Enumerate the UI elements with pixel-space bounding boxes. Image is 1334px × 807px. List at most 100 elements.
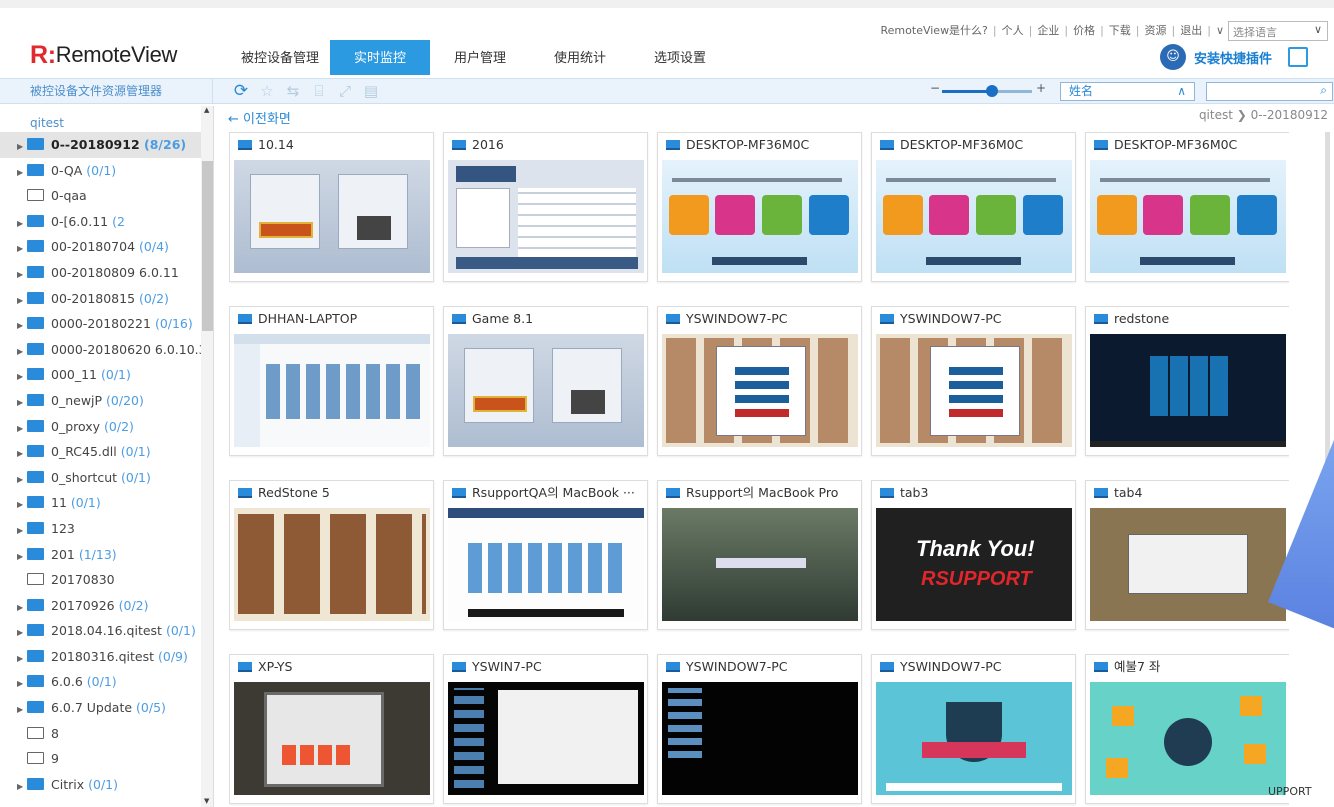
- nav-tab[interactable]: 实时监控: [330, 40, 430, 75]
- nav-tab[interactable]: 使用统计: [530, 40, 630, 75]
- zoom-in-button[interactable]: +: [1036, 81, 1046, 95]
- device-card[interactable]: tab3 Thank You! RSUPPORT: [871, 480, 1076, 630]
- expand-icon[interactable]: ▶: [17, 492, 27, 518]
- device-card[interactable]: RsupportQA의 MacBook ···: [443, 480, 648, 630]
- screen-thumbnail[interactable]: [448, 334, 644, 447]
- screen-thumbnail[interactable]: [1090, 508, 1286, 621]
- top-link[interactable]: 资源: [1145, 24, 1167, 37]
- install-plugin-link[interactable]: ☺ 安装快捷插件: [1160, 44, 1309, 70]
- expand-icon[interactable]: ▶: [17, 390, 27, 416]
- language-select[interactable]: 选择语言 ∨: [1228, 21, 1328, 41]
- star-icon[interactable]: ☆: [254, 79, 280, 103]
- expand-icon[interactable]: ▶: [17, 441, 27, 467]
- screen-thumbnail[interactable]: Thank You! RSUPPORT: [876, 508, 1072, 621]
- device-card[interactable]: YSWINDOW7-PC: [871, 654, 1076, 804]
- expand-icon[interactable]: ▶: [17, 236, 27, 262]
- expand-icon[interactable]: ▶: [17, 620, 27, 646]
- expand-icon[interactable]: ▶: [17, 544, 27, 570]
- transfer-icon[interactable]: ⇆: [280, 79, 306, 103]
- expand-icon[interactable]: ▶: [17, 416, 27, 442]
- device-card[interactable]: RedStone 5: [229, 480, 434, 630]
- nav-tab[interactable]: 用户管理: [430, 40, 530, 75]
- tree-item[interactable]: ▶ 00-20180809 6.0.11: [0, 260, 213, 286]
- breadcrumb[interactable]: qitest ❯ 0--20180912: [1199, 108, 1328, 122]
- tree-item[interactable]: ▶ 0-QA (0/1): [0, 158, 213, 184]
- tree-item[interactable]: 20170830: [0, 567, 213, 593]
- tree-item[interactable]: ▶ 0_newjP (0/20): [0, 388, 213, 414]
- device-card[interactable]: 10.14: [229, 132, 434, 282]
- tree-item[interactable]: 0-qaa: [0, 183, 213, 209]
- screen-thumbnail[interactable]: [234, 682, 430, 795]
- expand-icon[interactable]: ▶: [17, 313, 27, 339]
- device-card[interactable]: YSWIN7-PC: [443, 654, 648, 804]
- device-card[interactable]: DESKTOP-MF36M0C: [871, 132, 1076, 282]
- nav-tab[interactable]: 选项设置: [630, 40, 730, 75]
- device-card[interactable]: Rsupport의 MacBook Pro: [657, 480, 862, 630]
- screen-thumbnail[interactable]: [234, 508, 430, 621]
- screen-thumbnail[interactable]: [234, 160, 430, 273]
- expand-icon[interactable]: ▶: [17, 364, 27, 390]
- zoom-slider[interactable]: − +: [930, 81, 1048, 98]
- tree-item[interactable]: ▶ 0--20180912 (8/26): [0, 132, 213, 158]
- search-icon[interactable]: ⌕: [1320, 83, 1327, 98]
- tree-item[interactable]: 8: [0, 721, 213, 747]
- back-link[interactable]: ← 이전화면: [228, 108, 291, 127]
- document-icon[interactable]: ▤: [358, 79, 384, 103]
- expand-icon[interactable]: ▶: [17, 518, 27, 544]
- device-card[interactable]: YSWINDOW7-PC: [657, 306, 862, 456]
- tree-root[interactable]: qitest: [0, 106, 213, 132]
- scroll-down-icon[interactable]: ▼: [204, 797, 209, 805]
- zoom-handle[interactable]: [985, 85, 998, 97]
- expand-icon[interactable]: ▶: [17, 774, 27, 800]
- tree-item[interactable]: ▶ 0000-20180221 (0/16): [0, 311, 213, 337]
- tree-item[interactable]: ▶ 0_proxy (0/2): [0, 414, 213, 440]
- search-input[interactable]: ⌕: [1206, 82, 1333, 101]
- screen-thumbnail[interactable]: [662, 508, 858, 621]
- device-card[interactable]: YSWINDOW7-PC: [871, 306, 1076, 456]
- screen-thumbnail[interactable]: [662, 160, 858, 273]
- expand-icon[interactable]: ▶: [17, 339, 27, 365]
- refresh-icon[interactable]: ⟳: [228, 79, 254, 103]
- scrollbar-thumb[interactable]: [202, 161, 213, 331]
- device-card[interactable]: YSWINDOW7-PC: [657, 654, 862, 804]
- expand-icon[interactable]: ▶: [17, 646, 27, 672]
- tree-item[interactable]: ▶ 0000-20180620 6.0.10.3: [0, 337, 213, 363]
- screen-thumbnail[interactable]: [876, 334, 1072, 447]
- top-link[interactable]: 企业: [1037, 24, 1059, 37]
- tree-item[interactable]: 9: [0, 746, 213, 772]
- device-card[interactable]: redstone: [1085, 306, 1289, 456]
- expand-icon[interactable]: ▶: [17, 467, 27, 493]
- window-icon[interactable]: [1288, 47, 1309, 67]
- tree-item[interactable]: ▶ 00-20180704 (0/4): [0, 234, 213, 260]
- device-card[interactable]: 2016: [443, 132, 648, 282]
- screen-thumbnail[interactable]: [448, 508, 644, 621]
- expand-icon[interactable]: ▶: [17, 595, 27, 621]
- expand-icon[interactable]: ▶: [17, 262, 27, 288]
- screen-thumbnail[interactable]: [1090, 682, 1286, 795]
- screen-thumbnail[interactable]: [234, 334, 430, 447]
- device-card[interactable]: DESKTOP-MF36M0C: [657, 132, 862, 282]
- device-card[interactable]: XP-YS: [229, 654, 434, 804]
- nav-tab[interactable]: 被控设备管理: [230, 40, 330, 75]
- tree-item[interactable]: ▶ 0_RC45.dll (0/1): [0, 439, 213, 465]
- tree-item[interactable]: ▶ 2018.04.16.qitest (0/1): [0, 618, 213, 644]
- support-label[interactable]: UPPORT: [1268, 785, 1312, 798]
- tree-item[interactable]: ▶ 201 (1/13): [0, 542, 213, 568]
- top-link[interactable]: 下载: [1109, 24, 1131, 37]
- device-card[interactable]: 예불7 좌: [1085, 654, 1289, 804]
- tree-item[interactable]: ▶ 20180316.qitest (0/9): [0, 644, 213, 670]
- device-card[interactable]: DESKTOP-MF36M0C: [1085, 132, 1289, 282]
- tree-item[interactable]: ▶ 11 (0/1): [0, 490, 213, 516]
- device-card[interactable]: Game 8.1: [443, 306, 648, 456]
- device-card[interactable]: tab4: [1085, 480, 1289, 630]
- logo[interactable]: R: RemoteView: [30, 40, 177, 70]
- tree-item[interactable]: ▶ Citrix (0/1): [0, 772, 213, 798]
- tree-item[interactable]: ▶ 0-[6.0.11 (2: [0, 209, 213, 235]
- zoom-out-button[interactable]: −: [930, 81, 940, 95]
- expand-icon[interactable]: ▶: [17, 697, 27, 723]
- maximize-icon[interactable]: ⤢: [332, 79, 358, 103]
- top-link[interactable]: RemoteView是什么?: [881, 24, 988, 37]
- top-link[interactable]: 个人: [1002, 24, 1024, 37]
- scroll-up-icon[interactable]: ▲: [204, 106, 209, 114]
- screen-thumbnail[interactable]: [1090, 334, 1286, 447]
